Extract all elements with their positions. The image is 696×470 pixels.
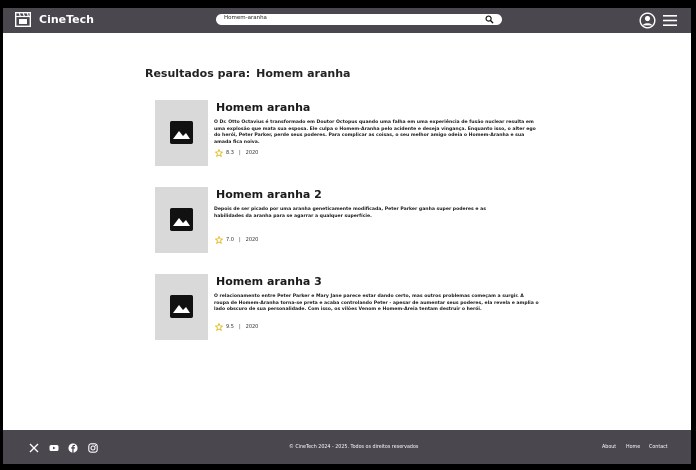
image-placeholder-icon (170, 295, 193, 318)
x-twitter-icon[interactable] (29, 443, 39, 453)
movie-poster-placeholder[interactable] (155, 274, 208, 340)
image-placeholder-icon (170, 121, 193, 144)
user-account-icon[interactable] (639, 12, 656, 29)
facebook-icon[interactable] (68, 443, 78, 453)
movie-card[interactable]: Homem aranha O Dr. Otto Octavius é trans… (155, 100, 555, 166)
movie-meta: 9.5 | 2020 (215, 323, 258, 331)
star-icon (215, 236, 223, 244)
movie-title[interactable]: Homem aranha (216, 101, 310, 114)
movie-poster-placeholder[interactable] (155, 100, 208, 166)
movie-meta: 7.0 | 2020 (215, 236, 258, 244)
movie-year: 2020 (245, 237, 259, 243)
footer-link-contact[interactable]: Contact (649, 445, 668, 450)
clapperboard-icon[interactable] (15, 12, 31, 27)
movie-year: 2020 (245, 324, 259, 330)
hamburger-menu-icon[interactable] (663, 14, 677, 27)
movie-poster-placeholder[interactable] (155, 187, 208, 253)
footer-link-home[interactable]: Home (626, 445, 640, 450)
movie-rating: 9.5 (226, 324, 234, 330)
movie-meta: 8.3 | 2020 (215, 149, 258, 157)
movie-title[interactable]: Homem aranha 2 (216, 188, 322, 201)
search-bar[interactable]: Homem-aranha (216, 14, 502, 25)
movie-description: O relacionamento entre Peter Parker e Ma… (214, 294, 539, 313)
search-icon[interactable] (485, 15, 494, 24)
movie-title[interactable]: Homem aranha 3 (216, 275, 322, 288)
meta-separator: | (238, 237, 241, 243)
footer-link-about[interactable]: About (602, 445, 616, 450)
search-input[interactable]: Homem-aranha (224, 15, 267, 21)
movie-rating: 7.0 (226, 237, 234, 243)
page: CineTech Homem-aranha Resultados para: Ho… (3, 8, 691, 464)
youtube-icon[interactable] (49, 443, 59, 453)
results-query: Homem aranha (256, 67, 351, 80)
star-icon (215, 149, 223, 157)
movie-card[interactable]: Homem aranha 3 O relacionamento entre Pe… (155, 274, 555, 340)
results-label: Resultados para: (145, 67, 251, 80)
footer: © CineTech 2024 - 2025. Todos os direito… (3, 430, 691, 464)
movie-rating: 8.3 (226, 150, 234, 156)
movie-description: Depois de ser picado por uma aranha gene… (214, 207, 486, 219)
movie-description: O Dr. Otto Octavius é transformado em Do… (214, 120, 536, 145)
movie-year: 2020 (245, 150, 259, 156)
meta-separator: | (238, 324, 241, 330)
results-heading: Resultados para: Homem aranha (145, 67, 350, 80)
meta-separator: | (238, 150, 241, 156)
movie-card[interactable]: Homem aranha 2 Depois de ser picado por … (155, 187, 555, 253)
image-placeholder-icon (170, 208, 193, 231)
brand-name[interactable]: CineTech (39, 13, 94, 26)
star-icon (215, 323, 223, 331)
copyright-text: © CineTech 2024 - 2025. Todos os direito… (289, 445, 419, 450)
instagram-icon[interactable] (88, 443, 98, 453)
top-navbar: CineTech Homem-aranha (3, 8, 691, 33)
